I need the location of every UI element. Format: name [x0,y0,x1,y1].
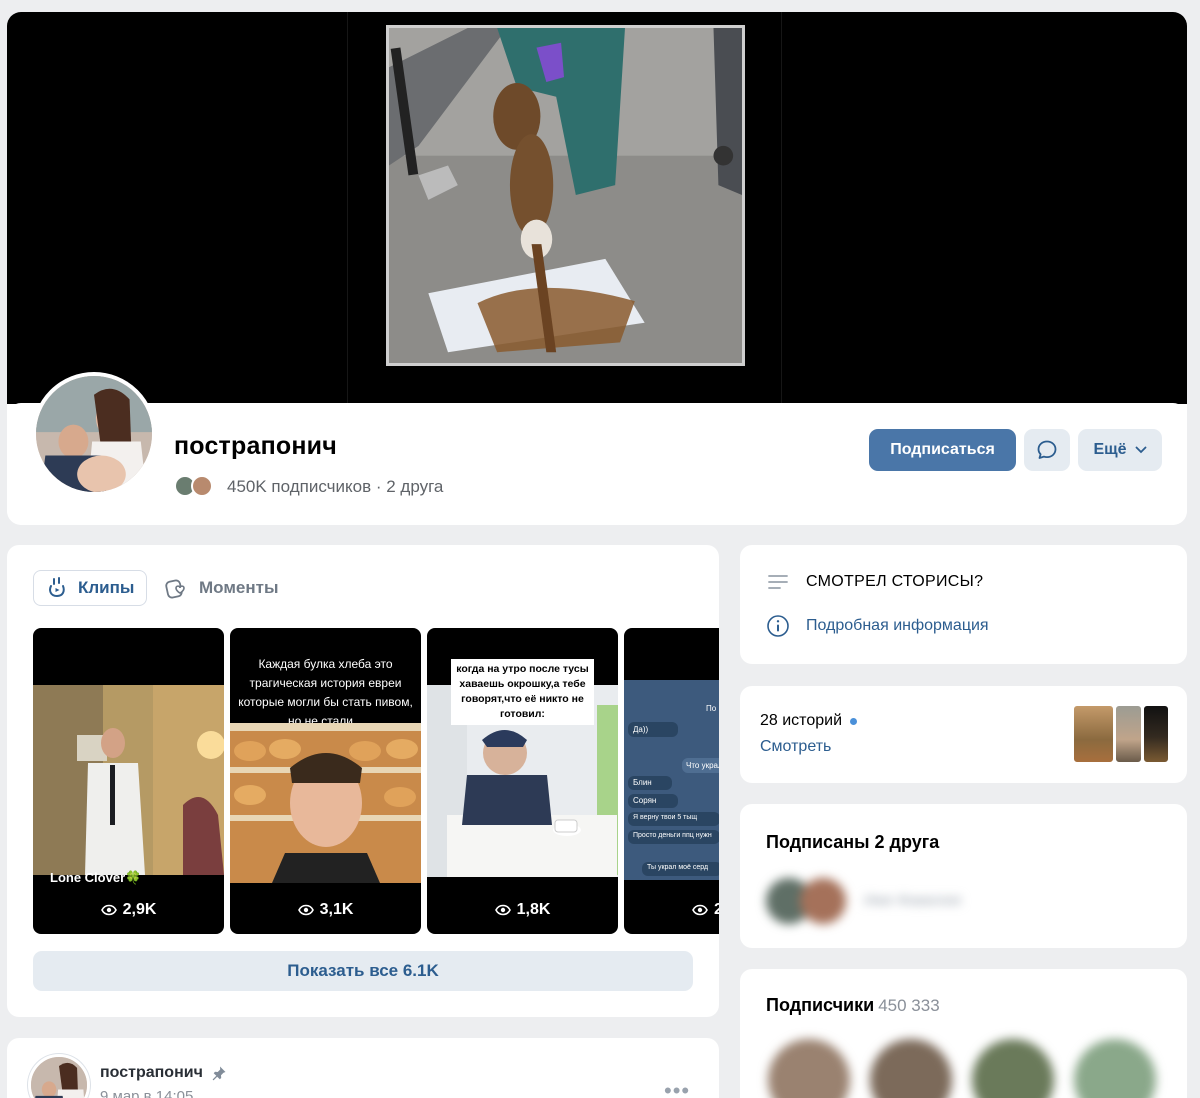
friend-avatar[interactable] [191,475,213,497]
follower-avatar[interactable] [972,1039,1054,1098]
follower-avatar[interactable] [870,1039,952,1098]
profile-avatar[interactable] [32,372,156,496]
followers-title[interactable]: Подписчики 450 333 [766,995,940,1016]
post-author-avatar[interactable] [28,1054,90,1098]
chat-message: Я верну твои 5 тыщ [628,812,719,826]
clip-views: 3,1K [230,901,421,919]
details-row[interactable]: Подробная информация [766,614,989,638]
friend-names[interactable]: Имя Фамилия [864,892,961,909]
clip-item[interactable]: когда на утро после тусы хаваешь окрошку… [427,628,618,934]
profile-name: пострапонич [174,432,337,460]
cover-area [7,12,1187,404]
stories-count-label: 28 историй [760,712,842,729]
message-icon [1037,440,1057,459]
moments-icon [165,579,185,599]
clip-item[interactable]: По Да)) Что украл Блин Сорян Я верну тво… [624,628,719,934]
more-button[interactable]: Ещё [1078,429,1162,471]
status-text: СМОТРЕЛ СТОРИСЫ? [806,573,984,590]
friend-avatar[interactable] [800,878,846,924]
tab-clips[interactable]: Клипы [33,570,147,606]
followers-count: 450 333 [878,996,940,1015]
clip-thumbnail [33,685,224,875]
status-row: СМОТРЕЛ СТОРИСЫ? [766,572,983,592]
post-author[interactable]: пострапонич [100,1064,227,1082]
chat-message: Сорян [628,794,678,808]
eye-icon [494,904,511,916]
clip-item[interactable]: Lone Clover🍀 2,9K [33,628,224,934]
mutual-friends-avatars[interactable] [174,475,218,497]
stories-count: 28 историй [760,712,857,730]
eye-icon [100,904,117,916]
clip-item[interactable]: Каждая булка хлеба это трагическая истор… [230,628,421,934]
cover-divider [347,12,348,404]
chat-message: По [706,704,717,713]
followers-title-label: Подписчики [766,995,875,1015]
post-author-name: пострапонич [100,1064,203,1081]
clip-views-count: 2,9K [122,901,157,918]
subscribe-button[interactable]: Подписаться [869,429,1016,471]
chat-message: Что украл [682,758,719,773]
mutual-friends-card: Подписаны 2 друга Имя Фамилия [740,804,1187,948]
chevron-down-icon [1135,446,1146,454]
post-card: пострапонич 9 мар в 14:05 ••• [7,1038,719,1098]
menu-lines-icon [768,575,788,589]
clips-icon [49,577,65,598]
stories-thumbnails[interactable] [1073,705,1169,763]
pin-icon [212,1066,226,1081]
story-thumbnail[interactable] [1143,705,1169,763]
post-menu-button[interactable]: ••• [664,1078,690,1098]
eye-icon [692,904,708,916]
follower-avatar[interactable] [768,1039,850,1098]
profile-followers-summary[interactable]: 450K подписчиков · 2 друга [227,477,443,497]
clip-thumbnail [230,723,421,883]
clip-views: 2,9K [33,901,224,919]
post-date[interactable]: 9 мар в 14:05 [100,1088,193,1098]
eye-icon [297,904,314,916]
chat-message: Блин [628,776,672,790]
mutual-friends-list[interactable]: Имя Фамилия [766,878,1066,924]
profile-header-card: пострапонич 450K подписчиков · 2 друга П… [7,12,1187,525]
details-link[interactable]: Подробная информация [806,617,989,635]
clip-views: 2 [624,901,719,919]
follower-avatar[interactable] [1074,1039,1156,1098]
cover-image[interactable] [386,25,745,366]
stories-card[interactable]: 28 историй Смотреть [740,686,1187,783]
chat-message: Ты украл моё серд [642,862,719,876]
clips-carousel: Lone Clover🍀 2,9K Каждая булка хлеба это… [33,628,719,935]
info-card: СМОТРЕЛ СТОРИСЫ? Подробная информация [740,545,1187,664]
clip-views-count: 1,8K [516,901,551,918]
tab-moments-label: Моменты [199,578,279,597]
tab-moments[interactable]: Моменты [165,570,278,606]
clip-views: 1,8K [427,901,618,919]
mutual-friends-title[interactable]: Подписаны 2 друга [766,832,939,853]
more-label: Ещё [1093,441,1127,458]
clip-views-count: 2 [714,901,719,918]
story-thumbnail[interactable] [1115,705,1142,763]
clip-caption: Каждая булка хлеба это трагическая истор… [238,657,413,728]
cover-divider [781,12,782,404]
tab-clips-label: Клипы [78,578,135,597]
stories-watch-link[interactable]: Смотреть [760,738,831,756]
story-thumbnail[interactable] [1073,705,1114,763]
unread-dot [850,717,857,725]
followers-card: Подписчики 450 333 [740,969,1187,1098]
clip-views-count: 3,1K [319,901,354,918]
info-icon [767,615,789,637]
chat-message: Просто деньги ппц нужн [628,830,719,844]
clips-card: Клипы Моменты Lone Clover🍀 2,9K Каждая б… [7,545,719,1017]
clip-author: Lone Clover🍀 [50,870,142,885]
clip-caption: когда на утро после тусы хаваешь окрошку… [451,659,594,725]
show-all-clips-button[interactable]: Показать все 6.1K [33,951,693,991]
chat-message: Да)) [628,722,678,737]
message-button[interactable] [1024,429,1070,471]
clip-thumbnail: По Да)) Что украл Блин Сорян Я верну тво… [624,680,719,880]
